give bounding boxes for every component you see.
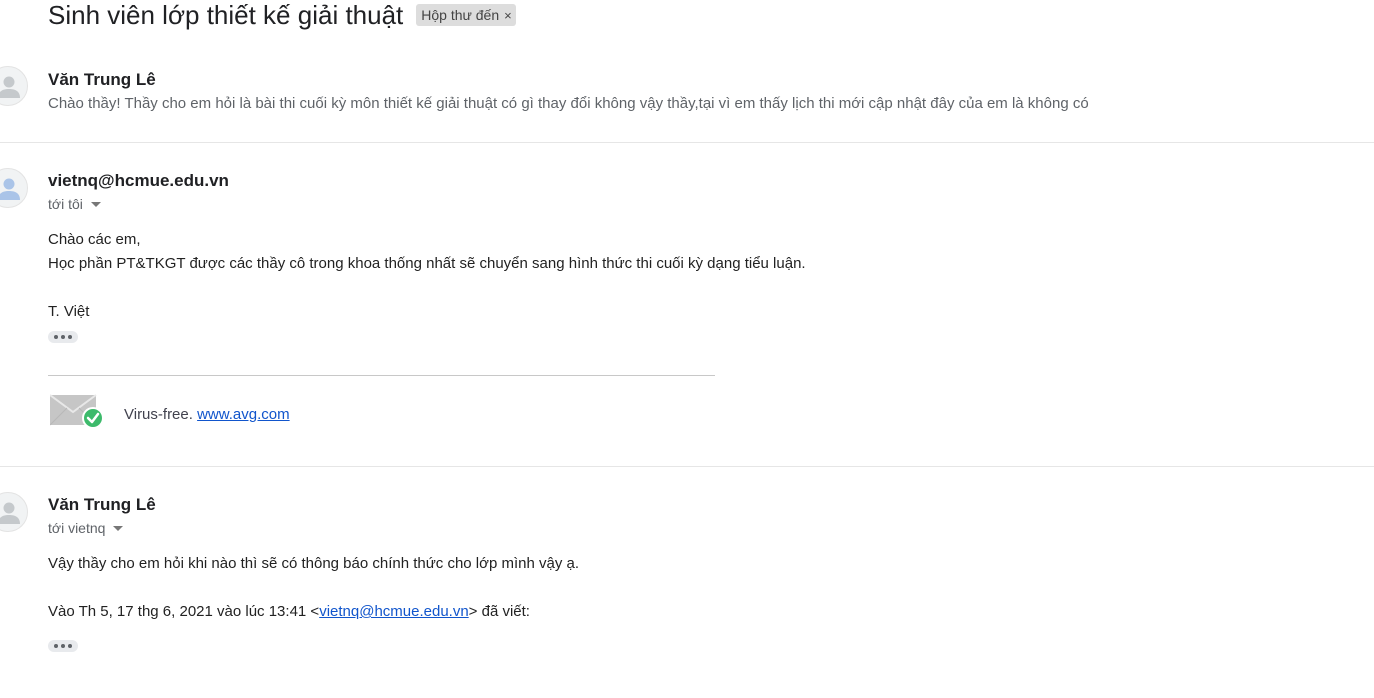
caret-down-icon — [90, 201, 101, 207]
default-person-icon — [0, 502, 20, 524]
message-divider — [0, 466, 1374, 467]
recipient-text: tới vietnq — [48, 520, 106, 536]
message-body-line: Chào các em, — [48, 231, 141, 248]
quote-prefix: Vào Th 5, 17 thg 6, 2021 vào lúc 13:41 < — [48, 603, 320, 620]
ellipsis-icon — [54, 644, 58, 648]
recipient-details-toggle[interactable]: tới tôi — [48, 196, 101, 212]
message-sender[interactable]: Văn Trung Lê — [48, 495, 156, 515]
thread-subject: Sinh viên lớp thiết kế giải thuật — [48, 0, 404, 30]
message-body-line: Học phần PT&TKGT được các thầy cô trong … — [48, 255, 806, 272]
quote-email-link[interactable]: vietnq@hcmue.edu.vn — [319, 603, 468, 620]
message-divider — [0, 142, 1374, 143]
message-sender[interactable]: vietnq@hcmue.edu.vn — [48, 171, 229, 191]
thread-header: Sinh viên lớp thiết kế giải thuật Hộp th… — [48, 0, 516, 30]
message-snippet[interactable]: Chào thầy! Thầy cho em hỏi là bài thi cu… — [48, 95, 1089, 112]
remove-label-icon[interactable]: × — [504, 8, 512, 23]
quote-suffix: > đã viết: — [468, 603, 530, 620]
show-trimmed-content-button[interactable] — [48, 640, 78, 652]
quoted-attribution: Vào Th 5, 17 thg 6, 2021 vào lúc 13:41 <… — [48, 603, 530, 620]
recipient-details-toggle[interactable]: tới vietnq — [48, 520, 124, 536]
avatar[interactable] — [0, 168, 28, 208]
caret-down-icon — [113, 525, 124, 531]
envelope-check-icon — [50, 394, 104, 429]
avatar[interactable] — [0, 492, 28, 532]
message-sender[interactable]: Văn Trung Lê — [48, 70, 156, 90]
label-chip-inbox[interactable]: Hộp thư đến × — [416, 4, 516, 26]
default-person-icon — [0, 178, 20, 200]
label-chip-text: Hộp thư đến — [421, 7, 500, 23]
virus-free-text: Virus-free. — [124, 406, 193, 423]
message-body-line: Vậy thầy cho em hỏi khi nào thì sẽ có th… — [48, 555, 580, 572]
avatar[interactable] — [0, 66, 28, 106]
default-person-icon — [0, 76, 20, 98]
ellipsis-icon — [54, 335, 58, 339]
signature-divider — [48, 375, 715, 376]
message-signature-name: T. Việt — [48, 303, 90, 320]
show-trimmed-content-button[interactable] — [48, 331, 78, 343]
avg-link[interactable]: www.avg.com — [197, 406, 290, 423]
recipient-text: tới tôi — [48, 196, 83, 212]
virus-free-notice: Virus-free. www.avg.com — [124, 406, 290, 423]
